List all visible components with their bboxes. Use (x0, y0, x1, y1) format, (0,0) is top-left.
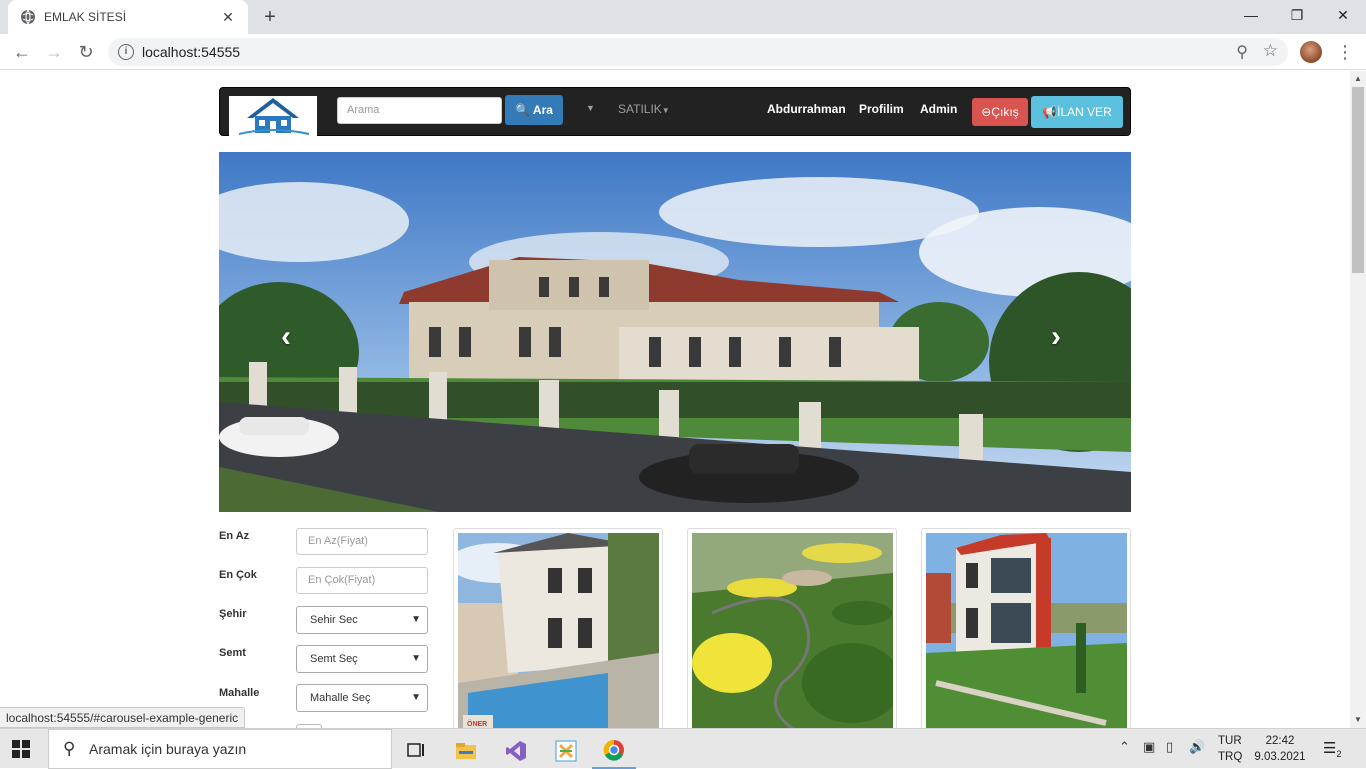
district-select[interactable]: Semt Seç ▼ (296, 645, 428, 673)
taskbar-search-placeholder: Aramak için buraya yazın (89, 741, 247, 757)
clock-date: 9.03.2021 (1254, 751, 1306, 763)
battery-icon[interactable]: ▯ (1166, 739, 1173, 755)
listing-card[interactable]: ÖNER (453, 528, 663, 728)
file-explorer-icon[interactable] (444, 733, 488, 769)
restore-button[interactable]: ❐ (1274, 0, 1320, 30)
new-tab-button[interactable]: + (258, 5, 282, 29)
chevron-down-icon: ▼ (411, 653, 421, 664)
neighborhood-select-value: Mahalle Seç (310, 692, 371, 704)
scrollbar-thumb[interactable] (1352, 87, 1364, 273)
chevron-down-icon: ▼ (661, 106, 670, 115)
chrome-icon[interactable] (592, 733, 636, 769)
chevron-left-icon[interactable]: ‹ (281, 320, 291, 354)
tab-title: EMLAK SİTESİ (44, 10, 127, 24)
site-logo[interactable] (229, 96, 317, 136)
admin-link[interactable]: Admin (920, 102, 957, 116)
profile-link[interactable]: Profilim (859, 102, 904, 116)
user-name-link[interactable]: Abdurrahman (767, 102, 846, 116)
meet-now-icon[interactable]: ▣ (1143, 739, 1155, 755)
address-bar[interactable]: i localhost:54555 ⚲ ☆ (108, 38, 1288, 66)
volume-icon[interactable]: 🔊 (1189, 739, 1205, 755)
language-indicator[interactable]: TUR TRQ (1218, 733, 1242, 765)
task-view-icon[interactable] (394, 733, 438, 769)
close-window-button[interactable]: ✕ (1320, 0, 1366, 30)
card-badge-text: ÖNER (467, 719, 487, 728)
chevron-down-icon: ▼ (411, 692, 421, 703)
dropdown-caret-icon[interactable]: ▼ (586, 103, 595, 113)
notification-count: 2 (1336, 749, 1342, 759)
windows-icon[interactable] (12, 740, 30, 758)
max-price-input[interactable]: En Çok(Fiyat) (296, 567, 428, 594)
megaphone-icon: 📢 (1042, 105, 1058, 119)
search-icon: ⚲ (63, 739, 76, 758)
hero-carousel[interactable]: ‹ › (219, 152, 1131, 512)
logout-icon: ⊖ (981, 105, 992, 119)
url-text: localhost:54555 (142, 44, 241, 60)
min-price-label: En Az (219, 530, 250, 542)
status-bar-url: localhost:54555/#carousel-example-generi… (0, 707, 246, 728)
page-viewport: Arama 🔍 Ara ▼ SATILIK▼ Abdurrahman Profi… (0, 71, 1350, 728)
windows-taskbar: ⚲ Aramak için buraya yazın ⌃ ▣ ▯ 🔊 TUR T… (0, 728, 1366, 769)
chevron-down-icon: ▼ (411, 614, 421, 625)
listing-image (926, 533, 1127, 728)
scroll-down-icon[interactable]: ▼ (1350, 712, 1366, 728)
browser-tab[interactable]: EMLAK SİTESİ ✕ (8, 0, 248, 34)
browser-tab-strip: EMLAK SİTESİ ✕ + — ❐ ✕ (0, 0, 1366, 34)
post-ad-label: İLAN VER (1057, 105, 1112, 119)
star-icon[interactable]: ☆ (1263, 41, 1278, 61)
globe-icon (21, 9, 35, 25)
search-icon: 🔍 (515, 103, 531, 117)
page-scrollbar[interactable]: ▲ ▼ (1350, 71, 1366, 728)
info-icon[interactable]: i (118, 44, 134, 60)
city-select[interactable]: Sehir Sec ▼ (296, 606, 428, 634)
search-button-label: Ara (532, 103, 553, 117)
logout-label: Çıkış (991, 105, 1019, 119)
minimize-button[interactable]: — (1228, 0, 1274, 30)
district-select-value: Semt Seç (310, 653, 358, 665)
district-label: Semt (219, 647, 246, 659)
tab-close-icon[interactable]: ✕ (220, 9, 236, 26)
max-price-label: En Çok (219, 569, 257, 581)
system-clock[interactable]: 22:42 9.03.2021 (1252, 733, 1308, 765)
post-ad-button[interactable]: 📢İLAN VER (1031, 96, 1123, 128)
satilik-label: SATILIK (618, 102, 662, 116)
keyboard-layout: TRQ (1218, 751, 1243, 763)
city-select-value: Sehir Sec (310, 614, 358, 626)
search-button[interactable]: 🔍 Ara (505, 95, 563, 125)
chevron-up-icon[interactable]: ⌃ (1119, 739, 1130, 755)
city-label: Şehir (219, 608, 247, 620)
taskbar-search-box[interactable]: ⚲ Aramak için buraya yazın (48, 729, 392, 769)
site-navbar: Arama 🔍 Ara ▼ SATILIK▼ Abdurrahman Profi… (219, 87, 1131, 136)
notification-icon[interactable]: ☰2 (1323, 739, 1341, 759)
clock-time: 22:42 (1265, 735, 1295, 747)
logout-button[interactable]: ⊖Çıkış (972, 98, 1028, 126)
menu-icon[interactable]: ⋮ (1336, 40, 1354, 64)
neighborhood-select[interactable]: Mahalle Seç ▼ (296, 684, 428, 712)
satilik-menu[interactable]: SATILIK▼ (618, 102, 670, 116)
listing-card[interactable] (921, 528, 1131, 728)
listing-image (692, 533, 893, 728)
listing-card[interactable] (687, 528, 897, 728)
search-input[interactable]: Arama (337, 97, 502, 124)
language-code: TUR (1218, 735, 1242, 747)
zoom-icon[interactable]: ⚲ (1236, 42, 1248, 62)
browser-toolbar: ← → ↻ i localhost:54555 ⚲ ☆ (0, 34, 1366, 70)
forward-icon[interactable]: → (40, 38, 68, 66)
listing-image: ÖNER (458, 533, 659, 728)
carousel-villa-image (219, 152, 1131, 512)
profile-avatar[interactable] (1300, 41, 1322, 63)
neighborhood-label: Mahalle (219, 687, 260, 699)
visual-studio-icon[interactable] (494, 733, 538, 769)
reload-icon[interactable]: ↻ (72, 38, 100, 66)
min-price-input[interactable]: En Az(Fiyat) (296, 528, 428, 555)
scroll-up-icon[interactable]: ▲ (1350, 71, 1366, 87)
chevron-right-icon[interactable]: › (1051, 320, 1061, 354)
app-icon[interactable] (544, 733, 588, 769)
back-icon[interactable]: ← (8, 38, 36, 66)
